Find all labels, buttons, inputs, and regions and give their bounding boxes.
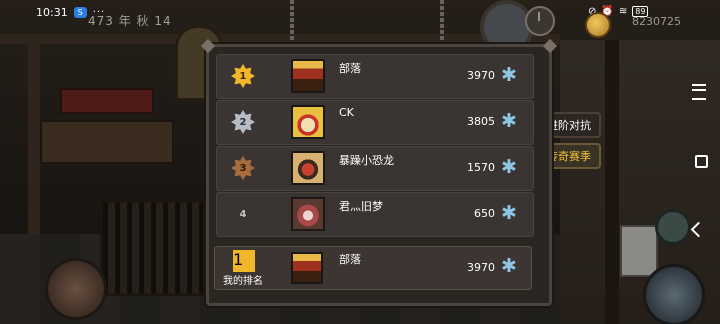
status-time: 10:31: [36, 6, 68, 19]
leaderboard-row[interactable]: 2 CK 3805 ✱: [216, 100, 534, 145]
player-avatar[interactable]: [291, 151, 325, 185]
rank-badge-bronze: 3: [231, 156, 255, 180]
player-score: 3970: [467, 261, 495, 274]
my-rank-label: 我的排名: [223, 276, 263, 287]
player-avatar[interactable]: [291, 197, 325, 231]
coin-count: 8230725: [632, 15, 681, 28]
player-name: CK: [339, 106, 354, 119]
gear-badge-icon[interactable]: [655, 209, 691, 245]
notification-icon: S: [73, 7, 87, 18]
player-name: 部落: [339, 253, 361, 266]
leaderboard-row[interactable]: 3 暴躁小恐龙 1570 ✱: [216, 146, 534, 191]
player-avatar[interactable]: [291, 59, 325, 93]
player-avatar[interactable]: [291, 105, 325, 139]
rank-badge-gold: 1: [231, 64, 255, 88]
coin-icon: [585, 12, 611, 38]
player-name: 部落: [339, 62, 361, 75]
gear-icon: ✱: [501, 64, 517, 86]
recents-icon[interactable]: [695, 155, 708, 168]
game-screen: 10:31 S ··· 473 年 秋 14 ⊘ ⏰ ≋ 89 8230725 …: [0, 0, 720, 324]
leaderboard-row[interactable]: 4 君灬旧梦 650 ✱: [216, 192, 534, 237]
rank-badge-silver: 2: [231, 110, 255, 134]
player-score: 3970: [467, 69, 495, 82]
hanging-chain: [440, 0, 444, 44]
hanging-chain: [290, 0, 294, 44]
leaderboard-list[interactable]: 1 部落 3970 ✱ 2 CK 3805 ✱ 3 暴躁小恐龙 1570 ✱ 4…: [216, 54, 536, 238]
menu-icon[interactable]: [692, 84, 706, 100]
rank-badge-gold: 1: [233, 250, 255, 272]
player-avatar[interactable]: [291, 252, 323, 284]
leaderboard-row[interactable]: 1 部落 3970 ✱: [216, 54, 534, 99]
player-score: 650: [474, 207, 495, 220]
clock-icon[interactable]: [525, 6, 555, 36]
my-rank-row[interactable]: 1 我的排名 部落 3970 ✱: [214, 246, 532, 290]
character-portrait-right[interactable]: [643, 264, 705, 324]
gear-icon: ✱: [501, 255, 517, 277]
character-portrait-left[interactable]: [45, 258, 107, 320]
player-name: 暴躁小恐龙: [339, 154, 394, 167]
wifi-icon: ≋: [618, 6, 628, 17]
gear-icon: ✱: [501, 110, 517, 132]
rank-number: 4: [239, 208, 247, 220]
season-date: 473 年 秋 14: [88, 14, 172, 28]
player-score: 1570: [467, 161, 495, 174]
player-name: 君灬旧梦: [339, 200, 383, 213]
player-score: 3805: [467, 115, 495, 128]
gear-icon: ✱: [501, 156, 517, 178]
gear-icon: ✱: [501, 202, 517, 224]
